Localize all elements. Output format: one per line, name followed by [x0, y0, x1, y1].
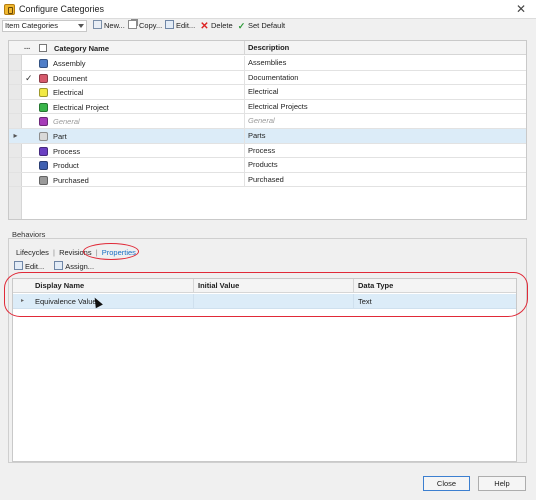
category-name: Part — [53, 132, 67, 141]
row-indicator: ▸ — [13, 131, 18, 140]
edit-icon — [165, 20, 174, 29]
assign-icon — [54, 261, 64, 270]
description-header[interactable]: Description — [244, 41, 289, 55]
category-description: Purchased — [244, 172, 284, 187]
categories-header: ... Category Name Description — [9, 41, 526, 55]
table-row[interactable]: Assembly Assemblies — [9, 56, 526, 71]
assign-label: Assign... — [65, 262, 95, 271]
table-row[interactable]: Product Products — [9, 158, 526, 173]
delete-x-icon: ✕ — [200, 21, 209, 32]
behavior-edit-label: Edit... — [25, 262, 45, 271]
checkmark-icon: ✓ — [237, 21, 246, 31]
category-name: Process — [53, 146, 81, 156]
copy-icon — [128, 20, 137, 29]
category-name: General — [53, 117, 80, 127]
category-name: Purchased — [53, 175, 89, 185]
color-swatch — [39, 73, 48, 83]
close-button[interactable]: Close — [423, 476, 470, 491]
category-description: Products — [244, 158, 278, 173]
category-name-header[interactable]: Category Name — [54, 44, 109, 53]
delete-label: Delete — [211, 21, 233, 30]
new-label: New... — [104, 21, 125, 30]
edit-icon — [14, 261, 23, 270]
category-description: Parts — [244, 129, 266, 143]
color-swatch — [39, 175, 48, 185]
color-swatch — [39, 59, 48, 68]
select-all-checkbox[interactable] — [39, 44, 47, 52]
color-swatch — [39, 146, 48, 156]
color-swatch — [39, 117, 48, 127]
category-name: Product — [53, 161, 79, 171]
tab-lifecycles[interactable]: Lifecycles — [16, 247, 49, 259]
category-type-value: Item Categories — [5, 21, 58, 30]
help-button[interactable]: Help — [478, 476, 526, 491]
title-bar: Configure Categories ✕ — [0, 0, 536, 19]
set-default-button[interactable]: ✓ Set Default — [237, 20, 285, 32]
category-description: Assemblies — [244, 56, 286, 70]
color-swatch — [39, 161, 48, 171]
category-description: Documentation — [244, 70, 298, 85]
table-row[interactable]: ▸ Part Parts — [9, 129, 526, 144]
category-name: Electrical — [53, 88, 84, 98]
copy-button[interactable]: Copy... — [128, 20, 162, 32]
color-swatch — [39, 88, 48, 98]
window-title: Configure Categories — [19, 4, 105, 14]
configure-app-icon — [4, 4, 15, 15]
category-description: Electrical — [244, 85, 278, 100]
color-swatch — [39, 102, 48, 112]
new-icon — [93, 20, 102, 29]
table-row[interactable]: Electrical Project Electrical Projects — [9, 99, 526, 115]
column-chooser-button[interactable]: ... — [24, 41, 30, 53]
set-default-label: Set Default — [248, 21, 286, 30]
color-swatch — [39, 132, 48, 141]
close-window-icon[interactable]: ✕ — [514, 2, 528, 16]
table-row[interactable]: General General — [9, 114, 526, 129]
table-row[interactable]: Purchased Purchased — [9, 172, 526, 188]
category-description: General — [244, 114, 275, 129]
behaviors-label: Behaviors — [12, 230, 46, 239]
categories-grid: ... Category Name Description Assembly A… — [8, 40, 527, 220]
main-toolbar: Item Categories New... Copy... Edit... ✕… — [0, 19, 536, 33]
tab-separator: | — [53, 248, 55, 257]
category-name: Document — [53, 73, 88, 83]
default-check-icon: ✓ — [25, 72, 33, 83]
chevron-down-icon — [78, 24, 84, 28]
category-description: Process — [244, 143, 275, 158]
table-row[interactable]: Process Process — [9, 143, 526, 159]
edit-button[interactable]: Edit... — [165, 20, 195, 32]
category-name: Assembly — [53, 59, 86, 68]
properties-grid-annotation — [4, 272, 528, 317]
delete-button[interactable]: ✕ Delete — [200, 20, 233, 32]
category-name: Electrical Project — [53, 102, 109, 112]
edit-label: Edit... — [176, 21, 196, 30]
table-row[interactable]: Electrical Electrical — [9, 85, 526, 100]
table-row[interactable]: ✓ Document Documentation — [9, 70, 526, 86]
properties-tab-annotation — [83, 243, 139, 260]
category-description: Electrical Projects — [244, 99, 308, 114]
category-type-select[interactable]: Item Categories — [2, 20, 87, 32]
new-button[interactable]: New... — [93, 20, 125, 32]
copy-label: Copy... — [139, 21, 163, 30]
